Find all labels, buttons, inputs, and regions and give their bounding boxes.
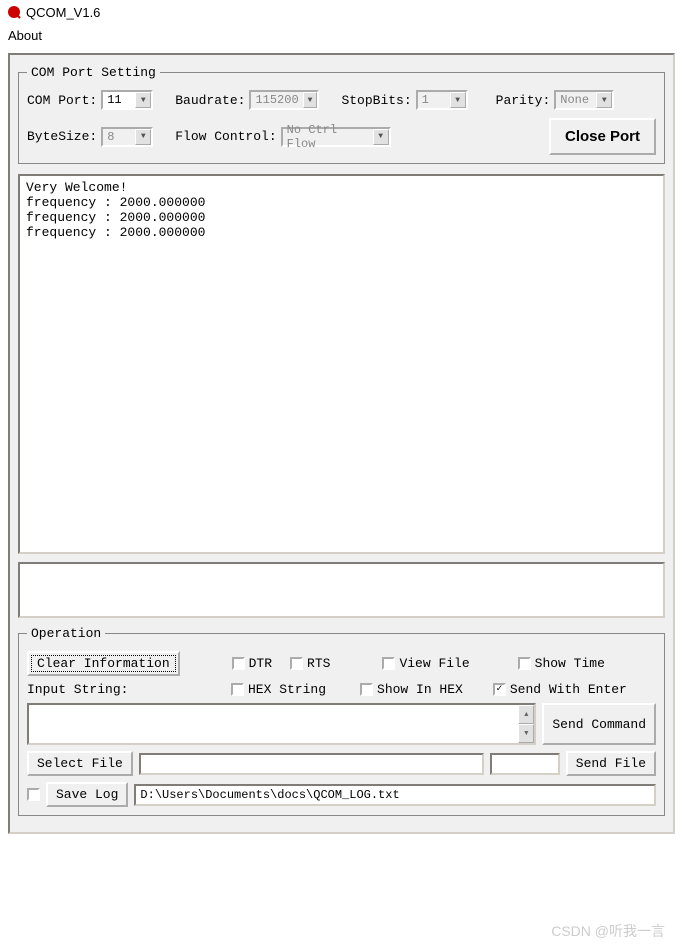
checkbox-icon	[231, 683, 244, 696]
chevron-down-icon: ▼	[450, 92, 466, 108]
flow-control-label: Flow Control:	[175, 129, 276, 144]
main-panel: COM Port Setting COM Port: 11 ▼ Baudrate…	[8, 53, 675, 834]
chevron-down-icon: ▼	[596, 92, 612, 108]
watermark: CSDN @听我一言	[551, 921, 665, 941]
close-port-button[interactable]: Close Port	[549, 118, 656, 155]
flow-control-select[interactable]: No Ctrl Flow ▼	[281, 127, 391, 147]
console-output[interactable]: Very Welcome! frequency : 2000.000000 fr…	[18, 174, 665, 554]
input-string-label: Input String:	[27, 682, 127, 697]
select-file-button[interactable]: Select File	[27, 751, 133, 776]
chevron-up-icon: ▲	[518, 705, 534, 724]
clear-information-button[interactable]: Clear Information	[27, 651, 180, 676]
parity-select[interactable]: None ▼	[554, 90, 614, 110]
checkbox-icon	[360, 683, 373, 696]
chevron-down-icon: ▼	[303, 92, 318, 108]
view-file-checkbox[interactable]: View File	[382, 656, 469, 671]
send-command-button[interactable]: Send Command	[542, 703, 656, 745]
stopbits-select[interactable]: 1 ▼	[416, 90, 468, 110]
input-string-field[interactable]: ▲ ▼	[27, 703, 536, 745]
save-log-checkbox[interactable]	[27, 788, 40, 801]
baudrate-select[interactable]: 115200 ▼	[249, 90, 319, 110]
hex-string-checkbox[interactable]: HEX String	[231, 682, 326, 697]
window-title: QCOM_V1.6	[26, 5, 100, 20]
save-log-button[interactable]: Save Log	[46, 782, 128, 807]
title-bar: QCOM_V1.6	[0, 0, 683, 24]
checkbox-icon	[232, 657, 245, 670]
chevron-down-icon: ▼	[135, 92, 151, 108]
checkbox-checked-icon: ✓	[493, 683, 506, 696]
stopbits-label: StopBits:	[341, 93, 411, 108]
file-path-1-field[interactable]	[139, 753, 484, 775]
chevron-down-icon: ▼	[518, 724, 534, 743]
chevron-down-icon: ▼	[373, 129, 389, 145]
show-time-checkbox[interactable]: Show Time	[518, 656, 605, 671]
operation-legend: Operation	[27, 626, 105, 641]
com-port-setting-group: COM Port Setting COM Port: 11 ▼ Baudrate…	[18, 65, 665, 164]
parity-label: Parity:	[496, 93, 551, 108]
com-port-label: COM Port:	[27, 93, 97, 108]
rts-checkbox[interactable]: RTS	[290, 656, 330, 671]
file-path-2-field[interactable]	[490, 753, 560, 775]
app-icon	[6, 4, 22, 20]
menu-bar: About	[0, 24, 683, 49]
send-with-enter-checkbox[interactable]: ✓ Send With Enter	[493, 682, 627, 697]
checkbox-icon	[518, 657, 531, 670]
checkbox-icon	[290, 657, 303, 670]
com-port-legend: COM Port Setting	[27, 65, 160, 80]
menu-about[interactable]: About	[8, 28, 42, 43]
show-in-hex-checkbox[interactable]: Show In HEX	[360, 682, 463, 697]
status-box	[18, 562, 665, 618]
log-path-field[interactable]: D:\Users\Documents\docs\QCOM_LOG.txt	[134, 784, 656, 806]
baudrate-label: Baudrate:	[175, 93, 245, 108]
input-spinner[interactable]: ▲ ▼	[518, 705, 534, 743]
operation-group: Operation Clear Information DTR RTS View…	[18, 626, 665, 816]
checkbox-icon	[27, 788, 40, 801]
bytesize-label: ByteSize:	[27, 129, 97, 144]
dtr-checkbox[interactable]: DTR	[232, 656, 272, 671]
com-port-select[interactable]: 11 ▼	[101, 90, 153, 110]
chevron-down-icon: ▼	[135, 129, 151, 145]
checkbox-icon	[382, 657, 395, 670]
bytesize-select[interactable]: 8 ▼	[101, 127, 153, 147]
send-file-button[interactable]: Send File	[566, 751, 656, 776]
